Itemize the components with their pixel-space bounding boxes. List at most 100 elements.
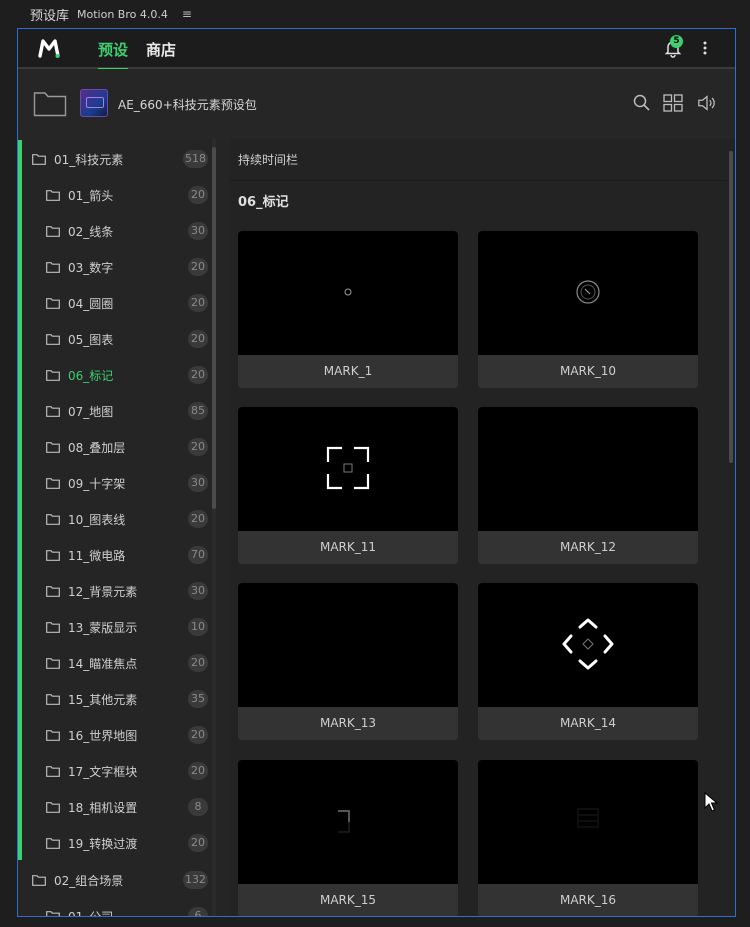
sidebar-item-label: 01_箭头: [68, 188, 114, 203]
sidebar-item-label: 13_蒙版显示: [68, 620, 138, 635]
preset-name: MARK_10: [478, 355, 698, 388]
sidebar-item-label: 06_标记: [68, 368, 114, 383]
folder-icon: [46, 513, 60, 525]
sidebar-item-label: 12_背景元素: [68, 584, 138, 599]
folder-icon: [32, 153, 46, 165]
panel-title: 预设库: [30, 8, 70, 24]
preset-name: MARK_13: [238, 707, 458, 740]
sound-icon[interactable]: [697, 93, 717, 113]
faint-grid-mark-icon: [577, 808, 599, 828]
folder-icon: [46, 729, 60, 741]
item-count-badge: 518: [183, 150, 208, 168]
preset-card[interactable]: MARK_12: [478, 407, 698, 564]
folder-icon: [46, 910, 60, 916]
sidebar-item-label: 11_微电路: [68, 548, 126, 563]
sidebar-group-combo-scenes[interactable]: 02_组合场景 132: [32, 862, 208, 898]
browse-folder-icon[interactable]: [33, 89, 67, 117]
sidebar-item-label: 14_瞄准焦点: [68, 656, 138, 671]
sidebar-item-lines[interactable]: 02_线条 30: [46, 213, 208, 249]
pack-thumbnail[interactable]: [80, 89, 108, 117]
preset-preview: [238, 231, 458, 355]
preset-card[interactable]: MARK_1: [238, 231, 458, 388]
preset-name: MARK_14: [478, 707, 698, 740]
corner-bracket-mark-icon: [338, 810, 350, 833]
sidebar-item-company[interactable]: 01_公司 6: [46, 898, 208, 916]
sidebar-scrollbar-thumb[interactable]: [212, 147, 216, 509]
sidebar-item-aim-focus[interactable]: 14_瞄准焦点 20: [46, 645, 208, 681]
folder-icon: [46, 297, 60, 309]
category-sidebar: 01_科技元素 518 01_箭头 20 02_线条 30 03_数字 20 0…: [18, 139, 230, 916]
preset-name: MARK_12: [478, 531, 698, 564]
item-count-badge: 20: [188, 294, 208, 312]
sidebar-item-world-maps[interactable]: 16_世界地图 20: [46, 717, 208, 753]
preset-card[interactable]: MARK_15: [238, 760, 458, 916]
item-count-badge: 20: [188, 438, 208, 456]
sidebar-item-label: 04_圆圈: [68, 296, 114, 311]
preset-preview: [478, 407, 698, 531]
folder-icon: [46, 801, 60, 813]
folder-icon: [46, 765, 60, 777]
item-count-badge: 20: [188, 186, 208, 204]
preset-name: MARK_15: [238, 884, 458, 916]
sidebar-item-microcircuits[interactable]: 11_微电路 70: [46, 537, 208, 573]
folder-icon: [46, 405, 60, 417]
sidebar-item-camera-settings[interactable]: 18_相机设置 8: [46, 789, 208, 825]
mouse-cursor-icon: [704, 792, 718, 812]
preset-preview: [238, 583, 458, 707]
item-count-badge: 20: [188, 258, 208, 276]
small-circle-mark-icon: [344, 288, 352, 296]
breadcrumb[interactable]: 持续时间栏: [230, 139, 727, 181]
sidebar-item-text-boxes[interactable]: 17_文字框块 20: [46, 753, 208, 789]
top-nav-bar: 预设 商店 5: [18, 29, 735, 70]
pack-header: AE_660+科技元素预设包: [18, 69, 735, 140]
sidebar-item-label: 02_线条: [68, 224, 114, 239]
chevron-diamond-mark-icon: [562, 618, 614, 670]
item-count-badge: 20: [188, 510, 208, 528]
preset-name: MARK_11: [238, 531, 458, 564]
tab-store[interactable]: 商店: [146, 39, 176, 60]
preset-card[interactable]: MARK_11: [238, 407, 458, 564]
folder-icon: [46, 657, 60, 669]
pack-name[interactable]: AE_660+科技元素预设包: [118, 96, 257, 113]
preset-preview: [238, 760, 458, 884]
preset-preview: [238, 407, 458, 531]
sidebar-item-mask-reveals[interactable]: 13_蒙版显示 10: [46, 609, 208, 645]
grid-view-icon[interactable]: [663, 93, 683, 113]
sidebar-group-label: 01_科技元素: [54, 152, 124, 167]
more-options-icon[interactable]: [698, 39, 712, 57]
folder-icon: [46, 369, 60, 381]
sidebar-item-overlays[interactable]: 08_叠加层 20: [46, 429, 208, 465]
content-scrollbar-thumb[interactable]: [729, 151, 733, 463]
sidebar-item-other-elements[interactable]: 15_其他元素 35: [46, 681, 208, 717]
preset-card[interactable]: MARK_16: [478, 760, 698, 916]
preset-preview: [478, 231, 698, 355]
sidebar-item-numbers[interactable]: 03_数字 20: [46, 249, 208, 285]
sidebar-item-crosshairs[interactable]: 09_十字架 30: [46, 465, 208, 501]
preset-preview: [478, 760, 698, 884]
sidebar-item-circles[interactable]: 04_圆圈 20: [46, 285, 208, 321]
search-icon[interactable]: [632, 93, 652, 113]
item-count-badge: 20: [188, 654, 208, 672]
panel-title-bar: 预设库 Motion Bro 4.0.4 ≡: [18, 0, 736, 28]
sidebar-group-tech-elements[interactable]: 01_科技元素 518: [32, 141, 208, 177]
motion-bro-logo-icon[interactable]: [38, 37, 60, 59]
sidebar-item-maps[interactable]: 07_地图 85: [46, 393, 208, 429]
tab-presets[interactable]: 预设: [98, 39, 129, 70]
section-title: 06_标记: [238, 195, 289, 210]
panel-menu-icon[interactable]: ≡: [182, 7, 192, 21]
sidebar-item-label: 15_其他元素: [68, 692, 138, 707]
preset-card[interactable]: MARK_14: [478, 583, 698, 740]
preset-card[interactable]: MARK_10: [478, 231, 698, 388]
sidebar-item-arrows[interactable]: 01_箭头 20: [46, 177, 208, 213]
preset-card[interactable]: MARK_13: [238, 583, 458, 740]
sidebar-item-transitions[interactable]: 19_转换过渡 20: [46, 825, 208, 861]
folder-icon: [46, 693, 60, 705]
sidebar-item-markers[interactable]: 06_标记 20: [46, 357, 208, 393]
folder-icon: [46, 477, 60, 489]
sidebar-item-label: 08_叠加层: [68, 440, 126, 455]
folder-icon: [46, 549, 60, 561]
sidebar-item-background-elements[interactable]: 12_背景元素 30: [46, 573, 208, 609]
sidebar-item-label: 19_转换过渡: [68, 836, 138, 851]
sidebar-item-chart-lines[interactable]: 10_图表线 20: [46, 501, 208, 537]
sidebar-item-charts[interactable]: 05_图表 20: [46, 321, 208, 357]
